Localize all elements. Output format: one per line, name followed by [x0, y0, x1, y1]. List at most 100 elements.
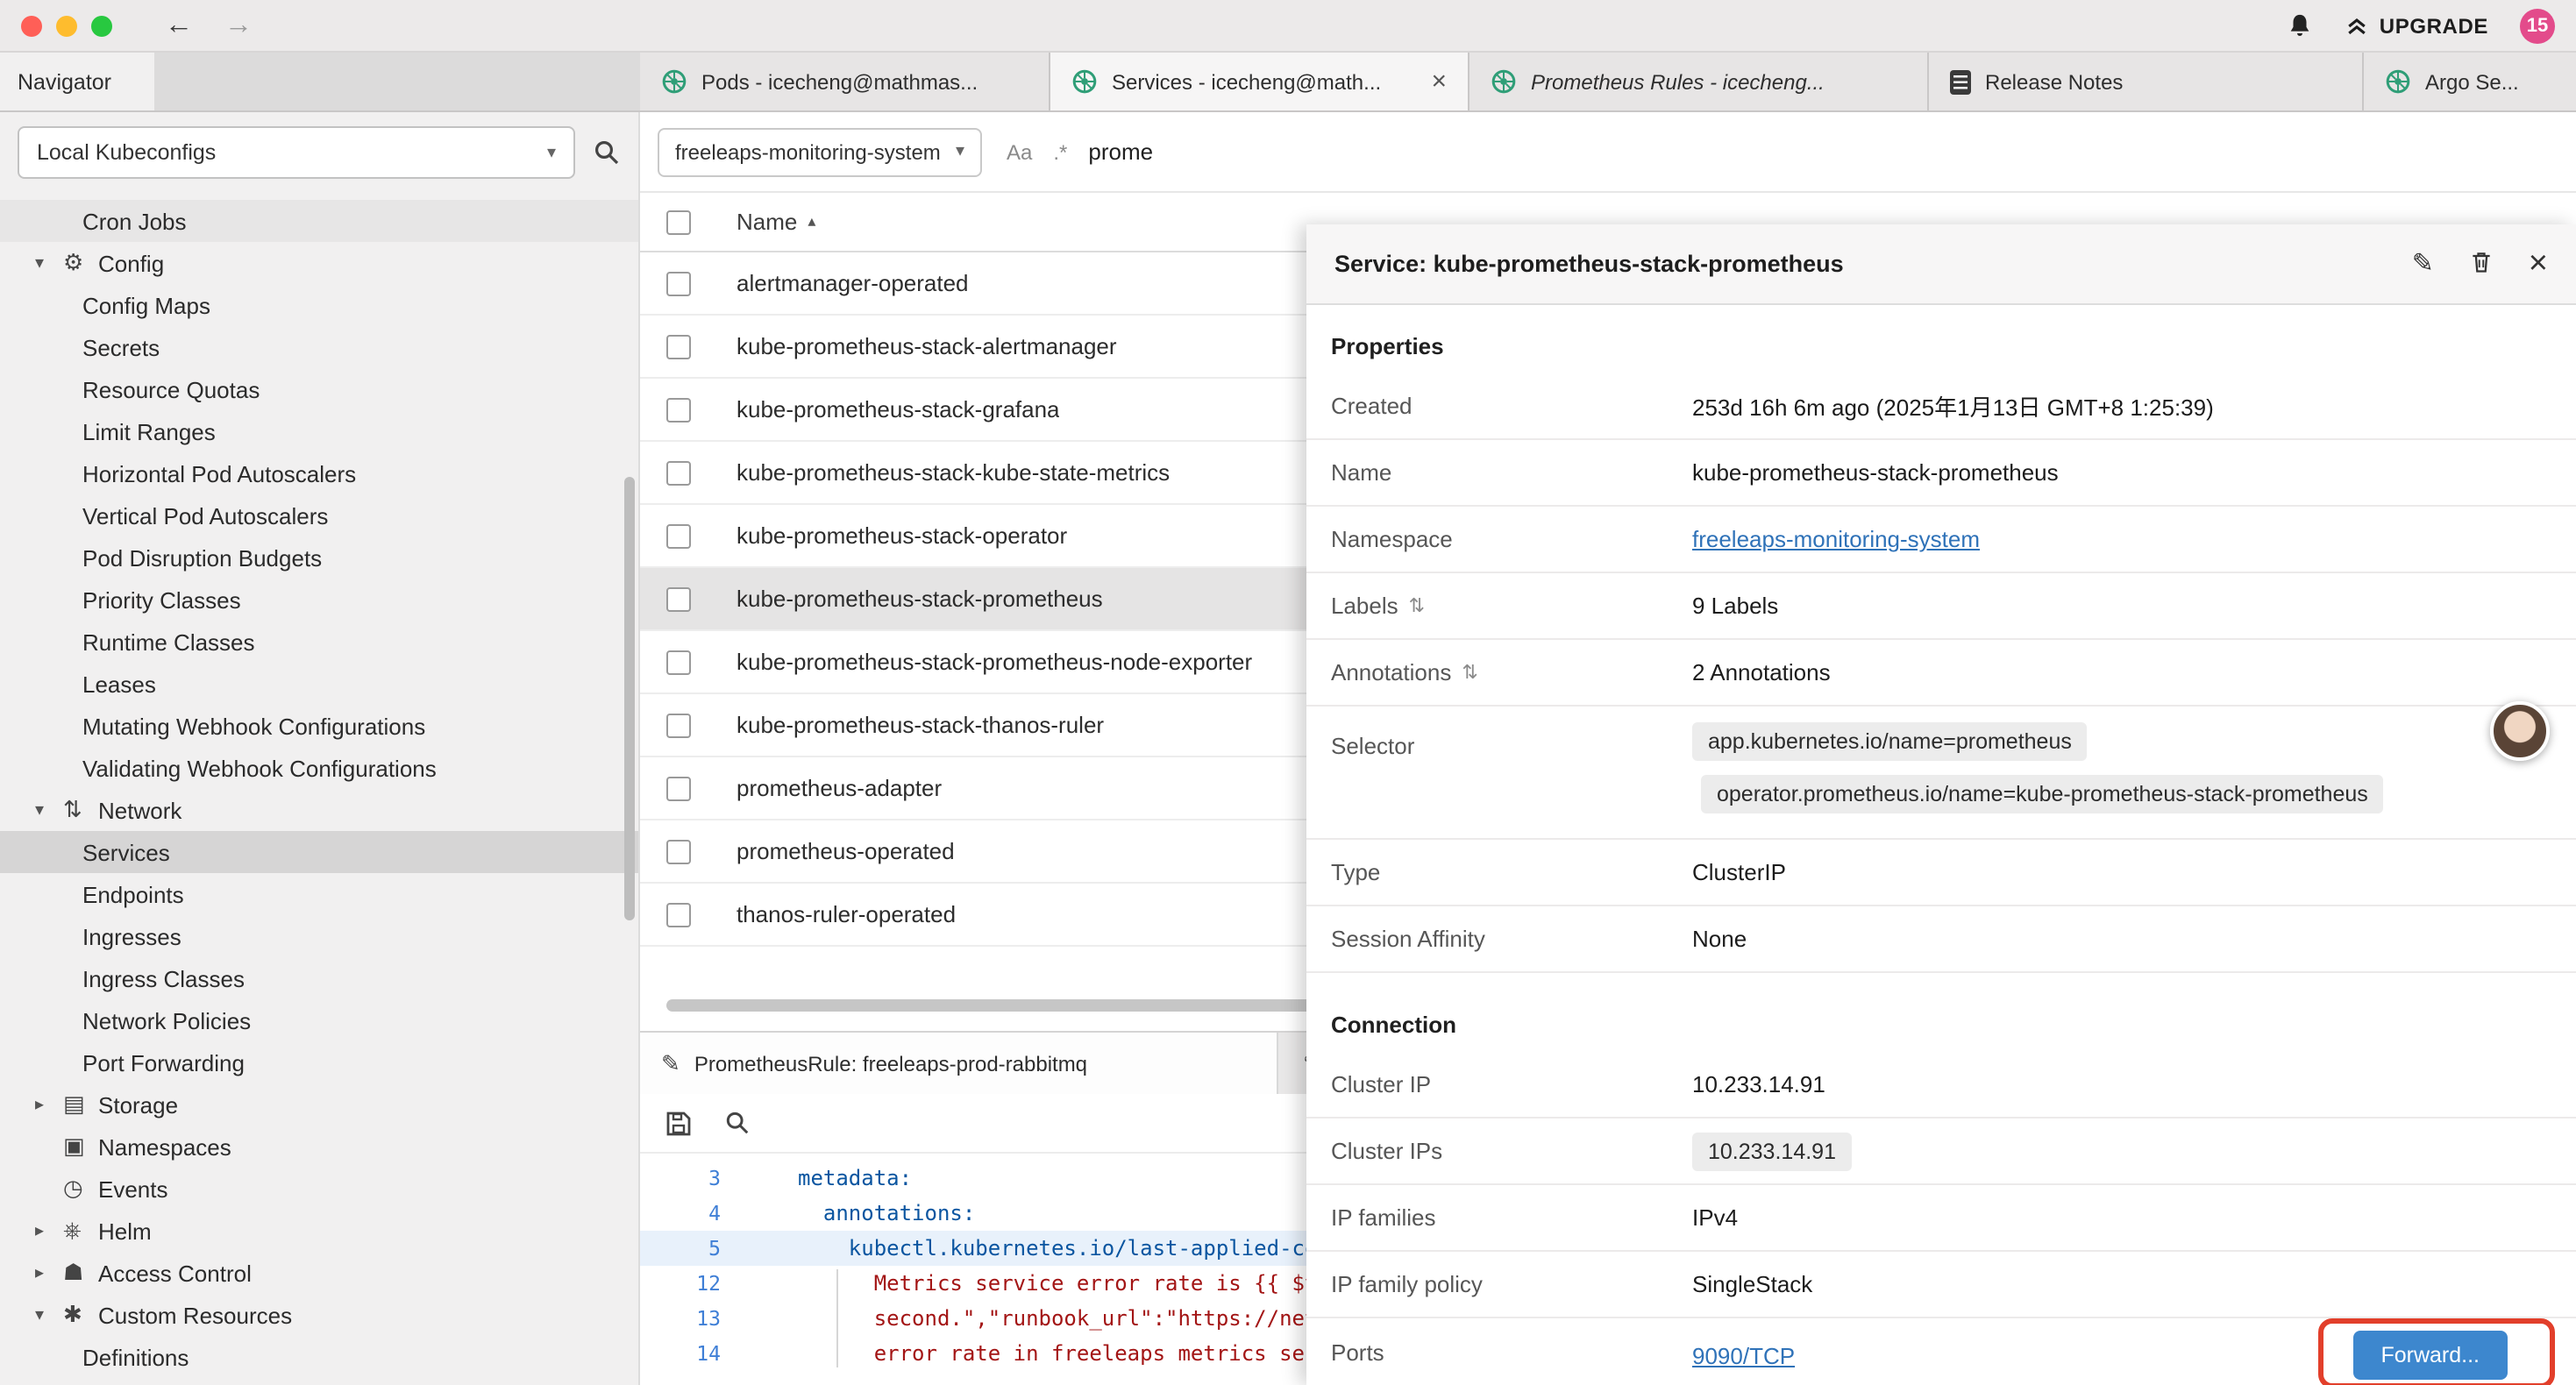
sidebar-item[interactable]: Network Policies — [0, 999, 638, 1041]
navigator-tree: Cron Jobs ▾ ⚙ Config Config Maps Secrets — [0, 193, 638, 1378]
save-icon[interactable] — [665, 1109, 693, 1137]
kubeconfig-select[interactable]: Local Kubeconfigs ▾ — [18, 126, 575, 179]
sidebar-item[interactable]: ◷ Events — [0, 1168, 638, 1210]
selector-row: Selector app.kubernetes.io/name=promethe… — [1306, 707, 2576, 840]
port-link[interactable]: 9090/TCP — [1692, 1342, 1795, 1368]
sidebar-item[interactable]: ▾ ⚙ Config — [0, 242, 638, 284]
sidebar-item[interactable]: ▸ ☗ Access Control — [0, 1252, 638, 1294]
namespace-filter-select[interactable]: freeleaps-monitoring-system ▾ — [658, 127, 982, 176]
sidebar-item[interactable]: Ingresses — [0, 915, 638, 957]
row-checkbox[interactable] — [666, 523, 691, 548]
sidebar-scrollbar-thumb[interactable] — [624, 477, 635, 920]
expanded-icon[interactable]: ▾ — [35, 1305, 63, 1325]
forward-icon[interactable]: → — [224, 11, 253, 39]
sidebar-item[interactable]: Services — [0, 831, 638, 873]
name-column-header[interactable]: Name ▴ — [737, 209, 815, 235]
sidebar-item-label: Helm — [98, 1218, 152, 1244]
row-checkbox[interactable] — [666, 460, 691, 485]
sidebar-item-label: Config — [98, 250, 164, 276]
maximize-window-button[interactable] — [91, 15, 112, 36]
search-input[interactable]: prome — [1088, 138, 1153, 165]
sidebar-item[interactable]: Definitions — [0, 1336, 638, 1378]
collapsed-icon[interactable]: ▸ — [35, 1263, 63, 1282]
sidebar-item[interactable]: ▾ ✱ Custom Resources — [0, 1294, 638, 1336]
selector-badge: app.kubernetes.io/name=prometheus — [1692, 722, 2088, 761]
row-checkbox[interactable] — [666, 586, 691, 611]
expanded-icon[interactable]: ▾ — [35, 800, 63, 820]
cluster-tab[interactable]: Argo Se... — [2364, 53, 2576, 110]
collapsed-icon[interactable]: ▸ — [35, 1095, 63, 1114]
sidebar-item[interactable]: ▣ Namespaces — [0, 1126, 638, 1168]
cluster-tab[interactable]: Pods - icecheng@mathmas... — [640, 53, 1050, 110]
cluster-ips-badge: 10.233.14.91 — [1692, 1132, 1852, 1170]
row-checkbox[interactable] — [666, 902, 691, 927]
row-checkbox[interactable] — [666, 650, 691, 674]
dock-tab[interactable]: ✎ PrometheusRule: freeleaps-prod-rabbitm… — [640, 1033, 1278, 1094]
upgrade-button[interactable]: UPGRADE — [2345, 13, 2488, 38]
created-value: 253d 16h 6m ago (2025年1月13日 GMT+8 1:25:3… — [1692, 389, 2551, 423]
tab-close-icon[interactable]: × — [1431, 68, 1447, 95]
row-label: Session Affinity — [1331, 926, 1692, 952]
kubernetes-icon — [2385, 68, 2411, 95]
close-window-button[interactable] — [21, 15, 42, 36]
regex-toggle[interactable]: .* — [1053, 139, 1067, 164]
row-checkbox[interactable] — [666, 334, 691, 359]
annotations-count[interactable]: 2 Annotations — [1692, 659, 2551, 685]
sidebar-item[interactable]: Config Maps — [0, 284, 638, 326]
select-all-checkbox[interactable] — [666, 210, 691, 234]
chevron-down-icon: ▾ — [547, 143, 556, 162]
collapsed-icon[interactable]: ▸ — [35, 1221, 63, 1240]
name-value: kube-prometheus-stack-prometheus — [1692, 459, 2551, 486]
list-search-box[interactable]: Aa .* prome — [1007, 138, 1153, 165]
sidebar-item[interactable]: Horizontal Pod Autoscalers — [0, 452, 638, 494]
cluster-tab[interactable]: Services - icecheng@math... × — [1050, 53, 1469, 110]
sidebar-item[interactable]: ▸ ⎈ Helm — [0, 1210, 638, 1252]
labels-count[interactable]: 9 Labels — [1692, 593, 2551, 619]
sidebar-item[interactable]: Validating Webhook Configurations — [0, 747, 638, 789]
floating-avatar[interactable] — [2490, 701, 2550, 761]
match-case-toggle[interactable]: Aa — [1007, 139, 1032, 164]
row-checkbox[interactable] — [666, 839, 691, 863]
sidebar-item[interactable]: Resource Quotas — [0, 368, 638, 410]
cluster-tab[interactable]: Release Notes — [1929, 53, 2364, 110]
cluster-tab[interactable]: Prometheus Rules - icecheng... — [1469, 53, 1929, 110]
row-checkbox[interactable] — [666, 271, 691, 295]
sidebar-item[interactable]: Cron Jobs — [0, 200, 638, 242]
sidebar-item[interactable]: Runtime Classes — [0, 621, 638, 663]
editor-search-icon[interactable] — [724, 1110, 751, 1136]
tab-label: Prometheus Rules - icecheng... — [1531, 69, 1906, 94]
row-checkbox[interactable] — [666, 776, 691, 800]
sidebar-item[interactable]: Pod Disruption Budgets — [0, 536, 638, 579]
forward-button[interactable]: Forward... — [2352, 1331, 2508, 1380]
sidebar-search-icon[interactable] — [593, 138, 621, 167]
sidebar-item[interactable]: Port Forwarding — [0, 1041, 638, 1083]
bell-icon[interactable] — [2287, 12, 2313, 39]
horizontal-scrollbar-thumb[interactable] — [666, 999, 1319, 1012]
trash-icon[interactable] — [2469, 248, 2494, 280]
row-checkbox[interactable] — [666, 397, 691, 422]
sidebar-item[interactable]: ▸ ▤ Storage — [0, 1083, 638, 1126]
notification-count-badge[interactable]: 15 — [2520, 8, 2555, 43]
sidebar-item[interactable]: Priority Classes — [0, 579, 638, 621]
code-text: error rate in freeleaps metrics ser — [745, 1341, 1317, 1366]
row-checkbox[interactable] — [666, 713, 691, 737]
sidebar-item[interactable]: ▾ ⇅ Network — [0, 789, 638, 831]
expanded-icon[interactable]: ▾ — [35, 253, 63, 273]
row-label: Annotations — [1331, 659, 1451, 685]
sidebar-item[interactable]: Secrets — [0, 326, 638, 368]
sidebar-item[interactable]: Vertical Pod Autoscalers — [0, 494, 638, 536]
sidebar-item-label: Port Forwarding — [82, 1049, 245, 1076]
sidebar-item[interactable]: Limit Ranges — [0, 410, 638, 452]
close-icon[interactable]: × — [2529, 247, 2548, 281]
expand-toggle-icon[interactable]: ⇅ — [1462, 661, 1477, 684]
tabbar-spacer — [154, 53, 640, 110]
back-icon[interactable]: ← — [165, 11, 193, 39]
minimize-window-button[interactable] — [56, 15, 77, 36]
sidebar-item[interactable]: Leases — [0, 663, 638, 705]
namespace-link[interactable]: freeleaps-monitoring-system — [1692, 526, 1980, 552]
sidebar-item[interactable]: Endpoints — [0, 873, 638, 915]
expand-toggle-icon[interactable]: ⇅ — [1409, 594, 1425, 617]
sidebar-item[interactable]: Ingress Classes — [0, 957, 638, 999]
edit-icon[interactable]: ✎ — [2412, 251, 2434, 277]
sidebar-item[interactable]: Mutating Webhook Configurations — [0, 705, 638, 747]
